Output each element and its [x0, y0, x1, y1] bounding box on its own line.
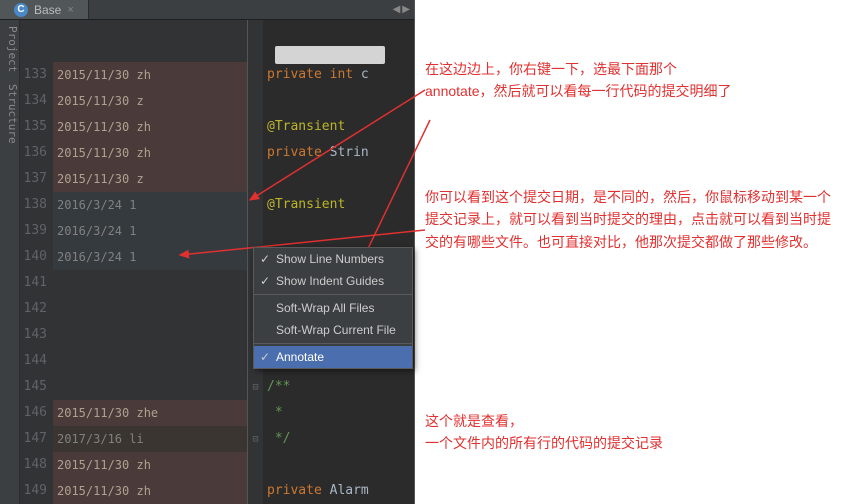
menu-item-show-indent-guides[interactable]: Show Indent Guides [254, 270, 412, 292]
line-number[interactable]: 148 [20, 452, 47, 478]
annotate-row[interactable]: 2015/11/30 zh [53, 452, 247, 478]
fold-marker[interactable]: ⊟ [248, 426, 263, 452]
close-icon[interactable]: × [67, 4, 73, 16]
tool-window-stripe[interactable]: Project Structure [0, 20, 20, 504]
line-number[interactable]: 135 [20, 114, 47, 140]
annotate-column[interactable]: 2015/11/30 zh2015/11/30 z2015/11/30 zh20… [53, 20, 248, 504]
line-number[interactable]: 142 [20, 296, 47, 322]
annotate-row[interactable] [53, 348, 247, 374]
annotate-row[interactable]: 2016/3/24 1 [53, 244, 247, 270]
code-line[interactable]: @Transient [263, 192, 414, 218]
note-text: 这个就是查看， [425, 413, 523, 429]
tab-scroll-buttons[interactable]: ◀ ▶ [393, 4, 414, 15]
annotate-row[interactable]: 2015/11/30 zh [53, 114, 247, 140]
line-number[interactable]: 145 [20, 374, 47, 400]
code-line[interactable]: private Strin [263, 140, 414, 166]
annotate-row[interactable] [53, 322, 247, 348]
code-line[interactable] [263, 88, 414, 114]
line-number[interactable]: 141 [20, 270, 47, 296]
editor-tab[interactable]: C Base × [0, 0, 89, 19]
fold-marker[interactable] [248, 140, 263, 166]
code-line[interactable] [263, 452, 414, 478]
note-2: 你可以看到这个提交日期，是不同的，然后，你鼠标移动到某一个提交记录上，就可以看到… [425, 186, 840, 253]
line-number[interactable]: 134 [20, 88, 47, 114]
note-text: 一个文件内的所有行的代码的提交记录 [425, 435, 663, 451]
class-icon: C [14, 3, 28, 17]
fold-marker[interactable] [248, 88, 263, 114]
editor-tabbar: C Base × ◀ ▶ [0, 0, 414, 20]
code-line[interactable]: @Transient [263, 114, 414, 140]
line-number[interactable]: 137 [20, 166, 47, 192]
note-text: 你可以看到这个提交日期，是不同的，然后，你鼠标移动到某一个提交记录上，就可以看到… [425, 189, 831, 250]
annotate-row[interactable]: 2015/11/30 z [53, 88, 247, 114]
note-text: annotate，然后就可以看每一行代码的提交明细了 [425, 83, 732, 99]
fold-marker[interactable] [248, 114, 263, 140]
tab-label: Base [34, 3, 61, 17]
line-number-gutter[interactable]: 1331341351361371381391401411421431441451… [20, 20, 53, 504]
annotate-row[interactable]: 2016/3/24 1 [53, 192, 247, 218]
code-line[interactable]: private int c [263, 62, 414, 88]
menu-item-soft-wrap-current-file[interactable]: Soft-Wrap Current File [254, 319, 412, 341]
line-number[interactable]: 138 [20, 192, 47, 218]
code-line[interactable]: private Alarm [263, 478, 414, 504]
gutter-context-menu[interactable]: Show Line NumbersShow Indent Guides Soft-… [253, 247, 413, 369]
tool-structure[interactable]: Structure [0, 84, 19, 144]
annotate-row[interactable]: 2015/11/30 zh [53, 478, 247, 504]
line-number[interactable]: 146 [20, 400, 47, 426]
annotate-row[interactable]: 2015/11/30 zh [53, 140, 247, 166]
code-line[interactable] [263, 166, 414, 192]
fold-marker[interactable] [248, 192, 263, 218]
fold-marker[interactable] [248, 62, 263, 88]
line-number[interactable]: 147 [20, 426, 47, 452]
line-number[interactable]: 149 [20, 478, 47, 504]
menu-separator [254, 343, 412, 344]
fold-marker[interactable]: ⊟ [248, 374, 263, 400]
note-3: 这个就是查看， 一个文件内的所有行的代码的提交记录 [425, 410, 835, 455]
line-number[interactable]: 140 [20, 244, 47, 270]
chevron-right-icon[interactable]: ▶ [402, 4, 410, 15]
line-number[interactable]: 144 [20, 348, 47, 374]
fold-marker[interactable] [248, 400, 263, 426]
code-line[interactable]: */ [263, 426, 414, 452]
annotate-row[interactable]: 2015/11/30 zhe [53, 400, 247, 426]
tool-project[interactable]: Project [0, 26, 19, 72]
line-number[interactable]: 139 [20, 218, 47, 244]
ide-window: C Base × ◀ ▶ Project Structure 133134135… [0, 0, 415, 504]
line-number[interactable]: 133 [20, 62, 47, 88]
note-text: 在这边边上，你右键一下，选最下面那个 [425, 61, 677, 77]
note-1: 在这边边上，你右键一下，选最下面那个 annotate，然后就可以看每一行代码的… [425, 58, 835, 103]
fold-marker[interactable] [248, 218, 263, 244]
code-line[interactable]: * [263, 400, 414, 426]
annotate-row[interactable]: 2015/11/30 zh [53, 62, 247, 88]
line-number[interactable]: 143 [20, 322, 47, 348]
annotate-row[interactable] [53, 374, 247, 400]
menu-separator [254, 294, 412, 295]
annotate-row[interactable] [53, 296, 247, 322]
annotate-row[interactable]: 2016/3/24 1 [53, 218, 247, 244]
code-line[interactable] [263, 218, 414, 244]
fold-marker[interactable] [248, 452, 263, 478]
line-number[interactable]: 136 [20, 140, 47, 166]
code-line[interactable]: /** [263, 374, 414, 400]
fold-marker[interactable] [248, 478, 263, 504]
menu-item-soft-wrap-all-files[interactable]: Soft-Wrap All Files [254, 297, 412, 319]
chevron-left-icon[interactable]: ◀ [393, 4, 401, 15]
annotate-row[interactable]: 2017/3/16 li [53, 426, 247, 452]
redacted-region [275, 46, 385, 64]
fold-marker[interactable] [248, 166, 263, 192]
annotate-row[interactable] [53, 270, 247, 296]
annotate-row[interactable]: 2015/11/30 z [53, 166, 247, 192]
menu-item-annotate[interactable]: Annotate [254, 346, 412, 368]
menu-item-show-line-numbers[interactable]: Show Line Numbers [254, 248, 412, 270]
